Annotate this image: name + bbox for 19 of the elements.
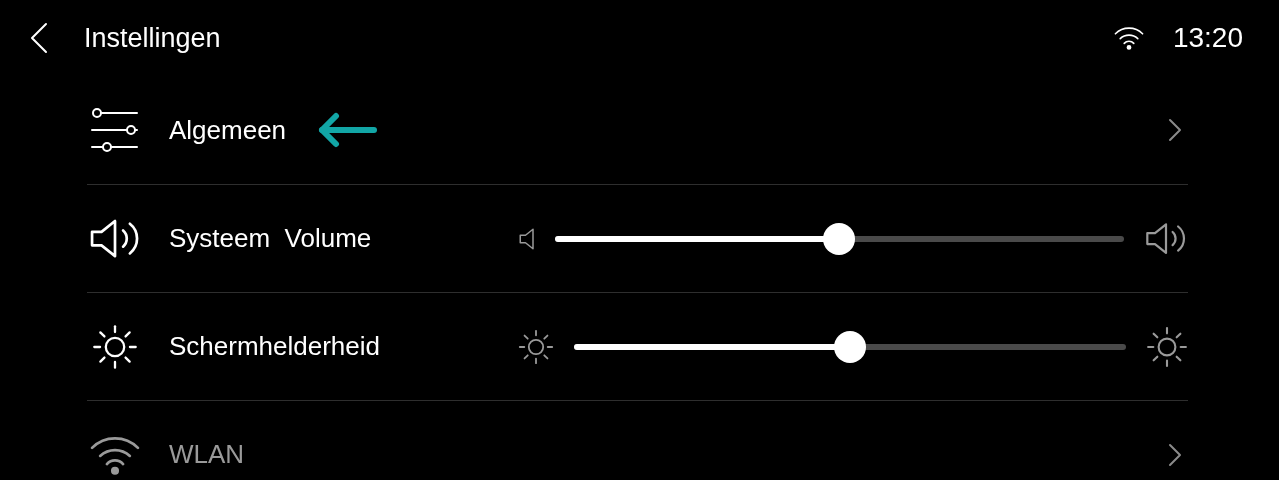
slider-thumb[interactable] [823,222,856,255]
speaker-icon [518,226,535,251]
sun-icon [1146,325,1188,368]
chevron-right-icon [1168,118,1182,142]
sliders-icon [89,107,141,153]
back-icon [30,22,48,54]
sun-icon [518,328,554,365]
sun-icon [92,323,138,370]
page-title: Instellingen [84,21,221,55]
slider-thumb[interactable] [834,330,866,363]
slider[interactable] [574,330,1126,363]
setting-label[interactable]: Algemeen [169,110,287,150]
wifi-icon [1112,25,1145,51]
slider[interactable] [554,222,1124,255]
speaker-icon [1144,220,1188,257]
chevron-right-icon [1168,442,1182,467]
setting-label[interactable]: Systeem Volume [169,219,372,258]
setting-label[interactable]: Schermhelderheid [169,327,380,366]
clock-time: 13:20 [1172,21,1243,55]
